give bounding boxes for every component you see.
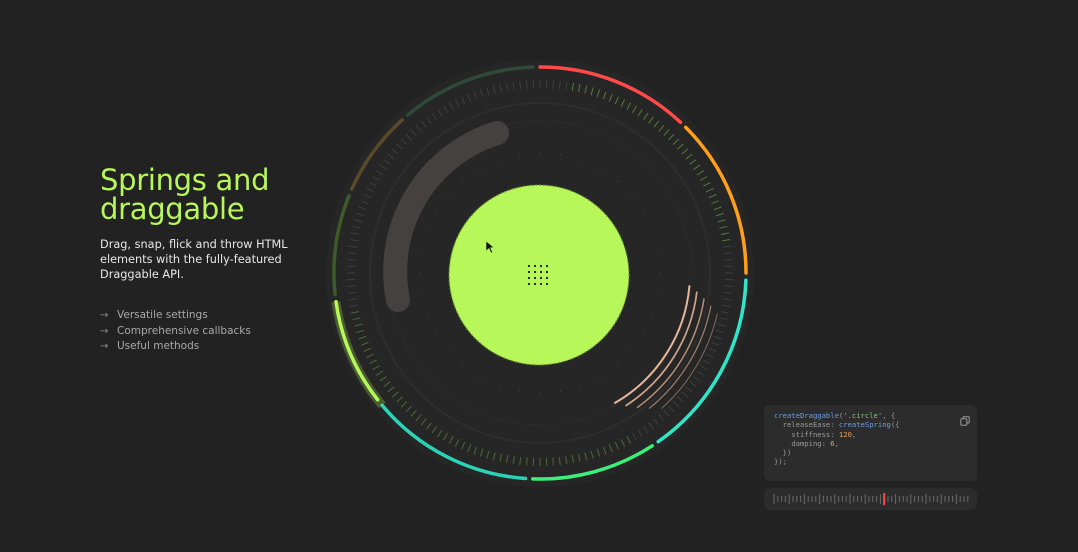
snap-dot (426, 313, 429, 315)
handle-dot (533, 276, 537, 280)
snap-dot (560, 390, 562, 393)
code-token: 6 (830, 438, 835, 448)
snap-dot (498, 159, 500, 161)
snap-dot (421, 251, 423, 253)
snap-dot (643, 212, 645, 214)
snap-dot (518, 390, 520, 393)
snap-dot (419, 272, 421, 274)
snap-dot (518, 154, 520, 156)
snap-dot (539, 392, 541, 394)
snap-dot (631, 349, 633, 351)
snap-dot (599, 376, 601, 378)
code-token: releaseEase: (782, 420, 839, 430)
code-token: stiffness: (791, 429, 839, 439)
ring-tick (724, 285, 733, 287)
snap-dot (435, 332, 437, 334)
code-token: damping: (791, 438, 831, 448)
snap-dot (616, 180, 618, 182)
ring-tick (552, 457, 554, 466)
ring-tick (526, 457, 528, 466)
snap-dot (426, 231, 429, 233)
code-token: '.circle' (843, 411, 883, 420)
snap-dot (631, 195, 633, 197)
handle-dot (533, 264, 537, 268)
handle-dot (545, 276, 549, 280)
code-token: 120 (838, 429, 852, 439)
handle-dot (539, 276, 543, 280)
handle-dot (527, 282, 531, 286)
code-token: ({ (890, 420, 900, 430)
code-snippet: createDraggable('.circle', { releaseEase… (774, 411, 900, 467)
handle-dot (545, 264, 549, 268)
snap-dot (560, 154, 562, 156)
handle-dot (545, 270, 549, 274)
snap-dot (659, 272, 661, 274)
snap-dot (447, 349, 449, 351)
handle-dot (539, 282, 543, 286)
code-snippet-panel: createDraggable('.circle', { releaseEase… (764, 405, 977, 481)
snap-dot (643, 332, 645, 334)
ring-tick (552, 80, 554, 89)
code-token: createDraggable (774, 411, 839, 420)
code-token: }); (774, 457, 787, 467)
ring-tick (724, 259, 733, 261)
timeline-ticks (773, 493, 969, 505)
animation-timeline[interactable] (764, 488, 977, 510)
snap-dot (580, 159, 582, 161)
snap-dot (657, 251, 659, 253)
ring-tick (347, 285, 356, 287)
snap-dot (498, 385, 500, 387)
snap-dot (580, 385, 582, 387)
handle-dot (545, 282, 549, 286)
handle-dot (539, 264, 543, 268)
code-token: createSpring (838, 420, 891, 430)
handle-dot (539, 270, 543, 274)
code-token: , { (882, 411, 896, 420)
snap-dot (447, 195, 449, 197)
ring-tick (347, 259, 356, 261)
code-token: }) (782, 448, 792, 458)
snap-dot (462, 180, 464, 182)
handle-dot (527, 270, 531, 274)
draggable-circle[interactable] (448, 184, 630, 366)
snap-dot (421, 293, 423, 295)
ring-tick (526, 80, 528, 89)
snap-dot (479, 168, 481, 170)
snap-dot (652, 313, 654, 315)
snap-dot (616, 364, 618, 366)
snap-dot (435, 212, 437, 214)
copy-icon[interactable] (960, 416, 970, 426)
handle-dot (533, 270, 537, 274)
handle-dot (527, 264, 531, 268)
handle-dot (533, 282, 537, 286)
snap-dot (462, 364, 464, 366)
snap-dot (652, 231, 654, 233)
handle-dot (527, 276, 531, 280)
snap-dot (657, 293, 659, 295)
snap-dot (539, 152, 541, 154)
snap-dot (479, 376, 481, 378)
snap-dot (599, 168, 601, 170)
